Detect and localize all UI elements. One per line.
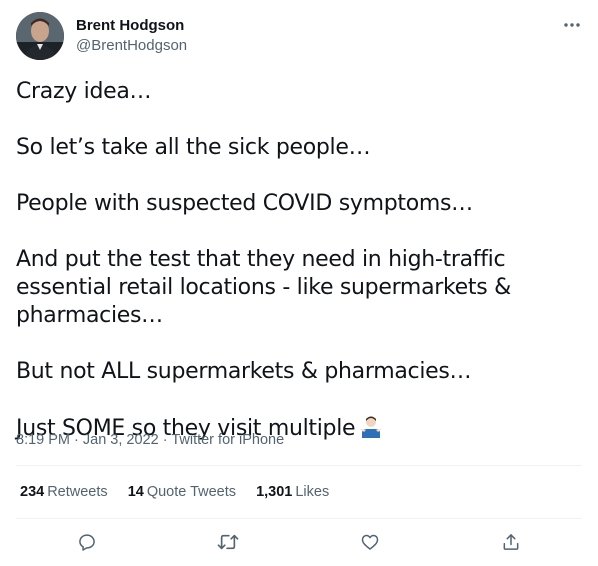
- like-icon: [361, 534, 379, 550]
- tweet-text: Crazy idea… So let’s take all the sick p…: [16, 78, 582, 446]
- reply-icon: [79, 534, 95, 551]
- tweet-detail: Brent Hodgson @BrentHodgson Crazy idea… …: [0, 0, 598, 566]
- tweet-paragraph: And put the test that they need in high-…: [16, 247, 511, 328]
- meta-separator: ·: [70, 432, 83, 448]
- meta-separator: ·: [158, 432, 172, 448]
- more-options-button[interactable]: [556, 14, 588, 36]
- tweet-source-link[interactable]: Twitter for iPhone: [171, 432, 284, 448]
- profile-photo-icon: [16, 12, 64, 60]
- tweet-stats: 234 Retweets 14 Quote Tweets 1,301 Likes: [20, 482, 345, 502]
- quote-tweets-label: Quote Tweets: [146, 484, 237, 500]
- retweet-button[interactable]: [214, 528, 242, 556]
- likes-label: Likes: [295, 484, 330, 500]
- share-icon: [503, 534, 519, 550]
- like-button[interactable]: [356, 528, 384, 556]
- man-shrugging-emoji-icon: [359, 414, 383, 446]
- retweets-label: Retweets: [47, 484, 108, 500]
- retweet-icon: [217, 534, 239, 550]
- quote-tweets-count: 14: [127, 484, 144, 500]
- tweet-paragraph: So let’s take all the sick people…: [16, 135, 371, 160]
- author-name[interactable]: Brent Hodgson: [76, 16, 184, 36]
- tweet-time[interactable]: 8:19 PM: [16, 432, 70, 448]
- reply-button[interactable]: [73, 528, 101, 556]
- divider: [16, 518, 582, 519]
- likes-stat-link[interactable]: 1,301 Likes: [256, 482, 329, 502]
- divider: [16, 465, 582, 466]
- tweet-actions: [16, 528, 582, 556]
- more-dots-icon: [564, 23, 580, 27]
- tweet-paragraph: Crazy idea…: [16, 79, 152, 104]
- retweets-count: 234: [20, 484, 45, 500]
- quote-tweets-stat-link[interactable]: 14 Quote Tweets: [128, 482, 236, 502]
- tweet-paragraph: People with suspected COVID symptoms…: [16, 191, 473, 216]
- tweet-date[interactable]: Jan 3, 2022: [83, 432, 159, 448]
- tweet-paragraph: But not ALL supermarkets & pharmacies…: [16, 359, 472, 384]
- author-handle[interactable]: @BrentHodgson: [76, 36, 187, 56]
- share-button[interactable]: [497, 528, 525, 556]
- avatar[interactable]: [16, 12, 64, 60]
- retweets-stat-link[interactable]: 234 Retweets: [20, 482, 108, 502]
- tweet-timestamp: 8:19 PM · Jan 3, 2022 · Twitter for iPho…: [16, 430, 284, 450]
- likes-count: 1,301: [256, 484, 293, 500]
